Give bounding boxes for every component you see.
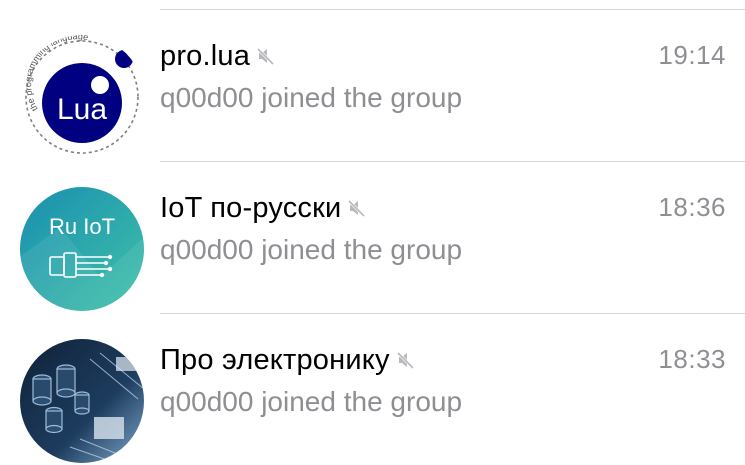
chat-row-pro-electronics[interactable]: Про электронику 18:33 q00d00 joined the … <box>0 314 745 465</box>
muted-speaker-icon <box>256 46 276 66</box>
circuit-board-photo-icon <box>20 339 144 463</box>
chat-row-iot-ru[interactable]: Ru IoT IoT по-русски 18:36 q00d00 joined… <box>0 162 745 314</box>
chat-title-line: pro.lua <box>160 36 276 76</box>
lua-logo-icon: the programming language Lua <box>20 35 144 159</box>
chat-time: 19:14 <box>658 40 726 70</box>
chat-title: pro.lua <box>160 39 251 72</box>
chat-title: IoT по-русски <box>160 191 342 224</box>
ru-iot-logo-icon: Ru IoT <box>20 187 144 311</box>
chat-row-pro-lua[interactable]: the programming language Lua pro.lua 19:… <box>0 10 745 162</box>
chat-time: 18:36 <box>658 192 726 222</box>
avatar: Ru IoT <box>20 187 144 311</box>
chat-title: Про электронику <box>160 343 390 376</box>
chat-title-line: IoT по-русски <box>160 188 367 228</box>
muted-speaker-icon <box>347 198 367 218</box>
chat-time: 18:33 <box>658 344 726 374</box>
chat-title-line: Про электронику <box>160 340 416 380</box>
lua-logo-text: Lua <box>57 93 107 126</box>
avatar: the programming language Lua <box>20 35 144 159</box>
muted-speaker-icon <box>396 350 416 370</box>
chat-last-message: q00d00 joined the group <box>160 234 463 265</box>
avatar <box>20 339 144 463</box>
chat-last-message: q00d00 joined the group <box>160 386 463 417</box>
chat-last-message: q00d00 joined the group <box>160 82 463 113</box>
chat-list: the programming language Lua pro.lua 19:… <box>0 0 745 465</box>
ru-iot-logo-text: Ru IoT <box>49 214 115 239</box>
